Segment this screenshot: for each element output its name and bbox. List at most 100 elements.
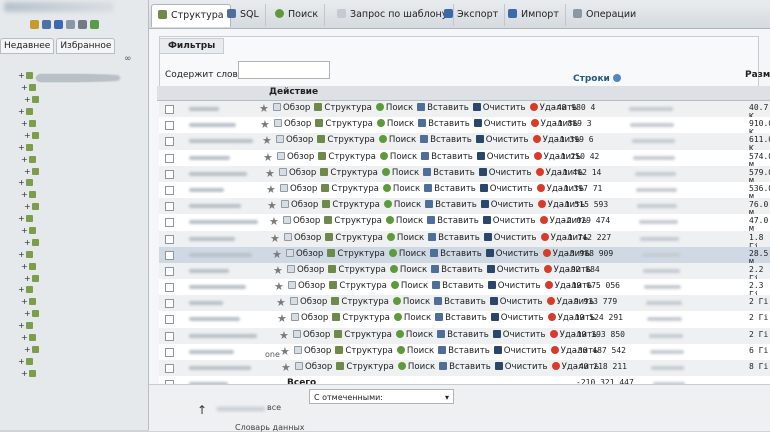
row-checkbox[interactable]	[165, 105, 174, 114]
structure-button[interactable]: Структура	[322, 200, 380, 210]
favorite-star-icon[interactable]: ★	[269, 215, 279, 228]
browse-button[interactable]: Обзор	[281, 200, 318, 210]
insert-button[interactable]: Вставить	[434, 297, 486, 307]
row-checkbox[interactable]	[165, 185, 174, 195]
structure-button[interactable]: Структура	[317, 135, 375, 145]
browse-button[interactable]: Обзор	[288, 281, 325, 291]
empty-button[interactable]: Очистить	[490, 313, 544, 323]
browse-button[interactable]: Обзор	[274, 119, 311, 129]
insert-button[interactable]: Вставить	[438, 345, 490, 356]
expand-icon[interactable]: +	[24, 309, 32, 318]
table-row[interactable]: ★ Обзор Структура Поиск Вставить Очистить Удал…	[159, 149, 770, 170]
tree-item[interactable]: +	[8, 76, 146, 106]
browse-button[interactable]: Обзор	[273, 103, 310, 113]
tree-item[interactable]: +	[8, 76, 146, 320]
search-button[interactable]: Поиск	[395, 329, 433, 340]
tree-item[interactable]: +	[8, 76, 146, 296]
tab-search[interactable]: Поиск	[269, 4, 326, 26]
reload-icon[interactable]	[90, 20, 99, 29]
table-name[interactable]	[189, 268, 229, 273]
tree-item[interactable]: +	[8, 76, 146, 272]
table-name[interactable]	[189, 349, 234, 354]
insert-button[interactable]: Вставить	[430, 248, 482, 259]
favorite-star-icon[interactable]: ★	[277, 312, 287, 325]
table-name[interactable]	[189, 171, 247, 176]
tree-item[interactable]: +	[8, 76, 146, 379]
tree-item[interactable]: +	[8, 76, 146, 130]
tree-item[interactable]: +	[8, 76, 146, 225]
expand-icon[interactable]: +	[21, 262, 29, 271]
search-button[interactable]: Поиск	[396, 345, 434, 356]
data-dictionary-link[interactable]: Словарь данных	[235, 423, 305, 432]
tab-favorites[interactable]: Избранное	[56, 38, 116, 54]
empty-button[interactable]: Очистить	[480, 200, 534, 210]
empty-button[interactable]: Очистить	[472, 103, 526, 113]
row-checkbox[interactable]	[165, 169, 174, 179]
expand-icon[interactable]: +	[24, 167, 32, 176]
browse-button[interactable]: Обзор	[295, 362, 332, 372]
row-checkbox[interactable]	[165, 266, 174, 276]
table-name[interactable]	[189, 333, 257, 338]
table-name[interactable]	[189, 236, 235, 241]
table-row[interactable]: ★ Обзор Структура Поиск Вставить Очистить Удал…	[159, 279, 770, 299]
table-name[interactable]	[189, 123, 236, 128]
insert-button[interactable]: Вставить	[425, 200, 477, 210]
favorite-star-icon[interactable]: ★	[273, 264, 283, 277]
help-icon[interactable]	[54, 20, 63, 29]
settings-icon[interactable]	[78, 20, 87, 29]
row-checkbox[interactable]	[165, 250, 174, 260]
search-button[interactable]: Поиск	[378, 135, 416, 145]
structure-button[interactable]: Структура	[334, 329, 392, 340]
row-checkbox[interactable]	[165, 283, 174, 293]
expand-icon[interactable]: +	[18, 250, 26, 259]
tab-recent[interactable]: Недавнее	[0, 38, 55, 54]
empty-button[interactable]: Очистить	[486, 264, 540, 275]
table-name[interactable]	[189, 366, 251, 370]
expand-icon[interactable]: +	[18, 214, 26, 223]
table-name[interactable]	[189, 220, 258, 225]
structure-button[interactable]: Структура	[321, 183, 379, 194]
browse-button[interactable]: Обзор	[290, 297, 327, 307]
empty-button[interactable]: Очистить	[482, 216, 536, 226]
tree-item[interactable]: +	[8, 76, 146, 141]
insert-button[interactable]: Вставить	[428, 232, 480, 243]
tree-item[interactable]: +	[8, 76, 146, 355]
empty-button[interactable]: Очистить	[478, 167, 532, 178]
insert-button[interactable]: Вставить	[421, 151, 473, 162]
search-button[interactable]: Поиск	[389, 264, 427, 275]
insert-button[interactable]: Вставить	[418, 119, 470, 129]
logout-icon[interactable]	[42, 20, 51, 29]
insert-button[interactable]: Вставить	[431, 264, 483, 275]
row-checkbox[interactable]	[165, 121, 174, 131]
link-icon[interactable]: ∞	[124, 54, 132, 64]
browse-button[interactable]: Обзор	[294, 345, 331, 356]
table-row[interactable]: ★ Обзор Структура Поиск Вставить Очистить Удал…	[159, 117, 770, 137]
browse-button[interactable]: Обзор	[286, 248, 323, 259]
search-button[interactable]: Поиск	[381, 167, 419, 178]
size-column-header[interactable]: Размер	[745, 70, 770, 80]
browse-button[interactable]: Обзор	[277, 151, 314, 162]
structure-button[interactable]: Структура	[332, 313, 390, 323]
favorite-star-icon[interactable]: ★	[281, 361, 291, 374]
expand-icon[interactable]: +	[21, 297, 29, 306]
empty-button[interactable]: Очистить	[479, 183, 533, 194]
structure-button[interactable]: Структура	[336, 362, 394, 372]
expand-icon[interactable]: +	[21, 83, 29, 92]
search-button[interactable]: Поиск	[379, 151, 417, 162]
search-button[interactable]: Поиск	[375, 103, 413, 113]
search-button[interactable]: Поиск	[390, 281, 428, 291]
table-name[interactable]	[189, 187, 224, 192]
tree-item[interactable]: +	[8, 76, 146, 177]
tree-item[interactable]: +	[8, 76, 146, 367]
empty-button[interactable]: Очистить	[476, 151, 530, 162]
search-button[interactable]: Поиск	[386, 232, 424, 243]
insert-button[interactable]: Вставить	[437, 329, 489, 340]
favorite-star-icon[interactable]: ★	[274, 280, 284, 293]
favorite-star-icon[interactable]: ★	[272, 248, 282, 261]
row-checkbox[interactable]	[165, 202, 174, 212]
expand-icon[interactable]: +	[24, 131, 32, 140]
insert-button[interactable]: Вставить	[439, 362, 491, 372]
table-name[interactable]	[189, 317, 240, 322]
table-row[interactable]: ★ Обзор Структура Поиск Вставить Очистить Удал…	[159, 230, 770, 251]
expand-icon[interactable]: +	[18, 107, 26, 116]
